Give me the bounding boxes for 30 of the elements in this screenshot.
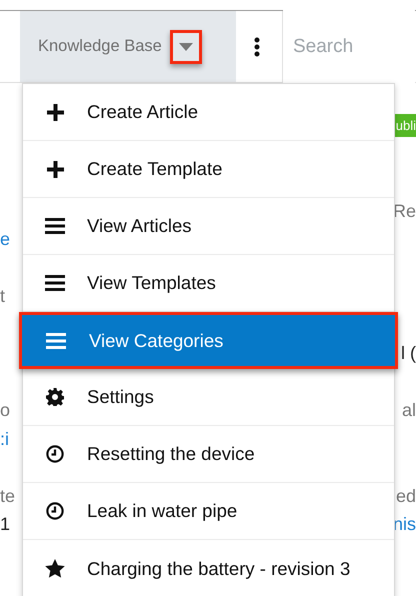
partial-text: l (: [401, 343, 416, 364]
caret-icon: [178, 42, 193, 50]
clock-icon: [46, 502, 64, 520]
partial-text: t: [0, 286, 6, 308]
module-tab[interactable]: Knowledge Base: [20, 11, 236, 82]
partial-text: te: [0, 486, 16, 507]
menu-item[interactable]: View Articles: [23, 198, 394, 255]
menu-item[interactable]: Settings: [23, 369, 394, 426]
menu-item[interactable]: Leak in water pipe: [23, 483, 394, 540]
list-icon: [46, 332, 66, 348]
partial-text: o: [0, 400, 10, 422]
gear-icon: [46, 388, 64, 406]
list-icon: [45, 218, 65, 234]
menu-item[interactable]: View Categories: [19, 312, 398, 369]
search-field[interactable]: Search: [282, 11, 416, 82]
list-icon: [45, 275, 65, 291]
partial-text: al: [402, 400, 416, 422]
dropdown-button[interactable]: [170, 30, 202, 64]
clock-icon: [46, 445, 64, 463]
menu-item[interactable]: Create Article: [23, 84, 394, 141]
partial-text: ed: [396, 486, 416, 507]
menu-item[interactable]: Charging the battery - revision 3: [23, 540, 394, 596]
module-tab-label[interactable]: Knowledge Base: [38, 37, 162, 56]
plus-icon: [46, 104, 64, 120]
more-icon[interactable]: [254, 36, 260, 56]
plus-icon: [46, 160, 64, 178]
star-icon: [45, 559, 65, 578]
partial-text: 1: [0, 514, 10, 536]
menu-item[interactable]: Create Template: [23, 141, 394, 198]
menu-item[interactable]: Resetting the device: [23, 426, 394, 483]
